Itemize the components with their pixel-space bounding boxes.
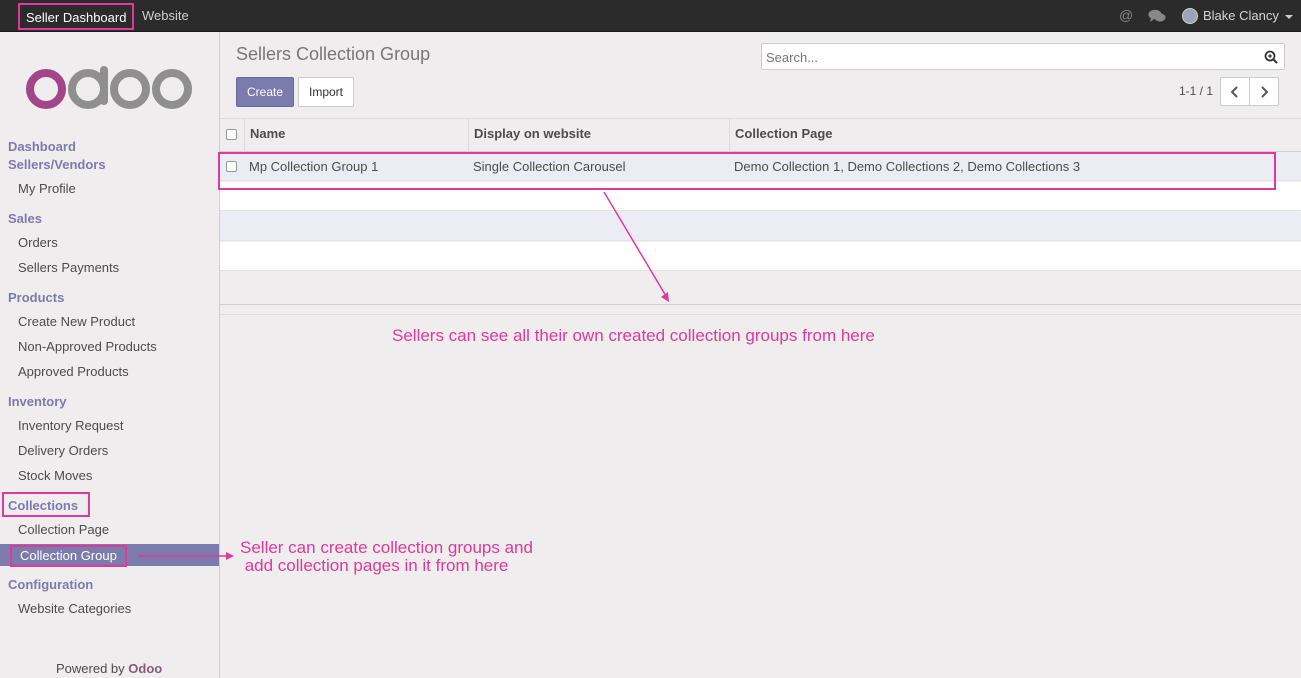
- column-header-collection-page[interactable]: Collection Page: [735, 119, 833, 152]
- sidebar-item-stock-moves[interactable]: Stock Moves: [18, 468, 92, 483]
- sidebar-item-collection-page[interactable]: Collection Page: [18, 522, 109, 537]
- section-sales[interactable]: Sales: [8, 211, 42, 226]
- search-box[interactable]: [761, 43, 1285, 70]
- annotation-menu-note-line1: Seller can create collection groups and: [240, 538, 533, 557]
- top-navbar: Seller Dashboard Website @ Blake Clancy: [0, 0, 1301, 32]
- pager-previous-button[interactable]: [1220, 77, 1250, 106]
- create-button[interactable]: Create: [236, 77, 294, 107]
- menu-website[interactable]: Website: [142, 0, 189, 32]
- table-row-empty: [220, 212, 1301, 241]
- annotation-list-note: Sellers can see all their own created co…: [392, 326, 875, 345]
- menu-seller-dashboard[interactable]: Seller Dashboard: [18, 3, 135, 30]
- section-sellers-vendors[interactable]: Sellers/Vendors: [8, 157, 106, 172]
- table-footer: [220, 304, 1301, 315]
- sidebar-item-sellers-payments[interactable]: Sellers Payments: [18, 260, 119, 275]
- section-dashboard[interactable]: Dashboard: [8, 139, 76, 154]
- powered-by-brand[interactable]: Odoo: [128, 661, 162, 676]
- sidebar-item-collection-group-label: Collection Group: [10, 545, 127, 567]
- chat-icon[interactable]: [1148, 9, 1166, 23]
- table-header: Name Display on website Collection Page: [220, 118, 1301, 152]
- sidebar-item-my-profile[interactable]: My Profile: [18, 181, 76, 196]
- section-collections[interactable]: Collections: [8, 498, 78, 513]
- powered-by: Powered by Odoo: [56, 661, 162, 676]
- annotation-menu-note: Seller can create collection groups and …: [240, 539, 570, 575]
- chevron-left-icon: [1231, 86, 1238, 98]
- sidebar-item-orders[interactable]: Orders: [18, 235, 58, 250]
- column-header-name[interactable]: Name: [250, 119, 285, 152]
- main-content: Sellers Collection Group Create Import 1…: [220, 32, 1301, 678]
- highlight-box-row: [218, 152, 1276, 190]
- caret-down-icon: [1284, 14, 1293, 19]
- section-configuration[interactable]: Configuration: [8, 577, 93, 592]
- import-button[interactable]: Import: [298, 77, 354, 107]
- chevron-right-icon: [1261, 86, 1268, 98]
- user-menu[interactable]: Blake Clancy: [1182, 0, 1293, 32]
- sidebar-item-website-categories[interactable]: Website Categories: [18, 601, 131, 616]
- sidebar-item-non-approved-products[interactable]: Non-Approved Products: [18, 339, 157, 354]
- at-icon[interactable]: @: [1119, 7, 1133, 23]
- column-separator: [244, 119, 245, 152]
- column-separator: [729, 119, 730, 152]
- column-separator: [468, 119, 469, 152]
- sidebar-item-create-new-product[interactable]: Create New Product: [18, 314, 135, 329]
- avatar-icon: [1182, 7, 1198, 24]
- annotation-menu-note-line2: add collection pages in it from here: [240, 556, 509, 575]
- search-icon[interactable]: [1264, 50, 1278, 64]
- section-inventory[interactable]: Inventory: [8, 394, 67, 409]
- sidebar-item-delivery-orders[interactable]: Delivery Orders: [18, 443, 108, 458]
- odoo-logo: [26, 66, 192, 109]
- section-products[interactable]: Products: [8, 290, 64, 305]
- search-input[interactable]: [766, 48, 1246, 66]
- table-row-empty: [220, 242, 1301, 271]
- powered-by-text: Powered by: [56, 661, 125, 676]
- page-title: Sellers Collection Group: [236, 44, 431, 64]
- pager-value[interactable]: 1-1 / 1: [1179, 84, 1213, 98]
- select-all-checkbox[interactable]: [226, 129, 237, 140]
- sidebar: Dashboard Sellers/Vendors My Profile Sal…: [0, 32, 220, 678]
- sidebar-item-inventory-request[interactable]: Inventory Request: [18, 418, 124, 433]
- column-header-display[interactable]: Display on website: [474, 119, 591, 152]
- pager-next-button[interactable]: [1249, 77, 1279, 106]
- sidebar-item-collection-group[interactable]: Collection Group: [0, 544, 219, 567]
- sidebar-item-approved-products[interactable]: Approved Products: [18, 364, 129, 379]
- user-name: Blake Clancy: [1203, 8, 1279, 23]
